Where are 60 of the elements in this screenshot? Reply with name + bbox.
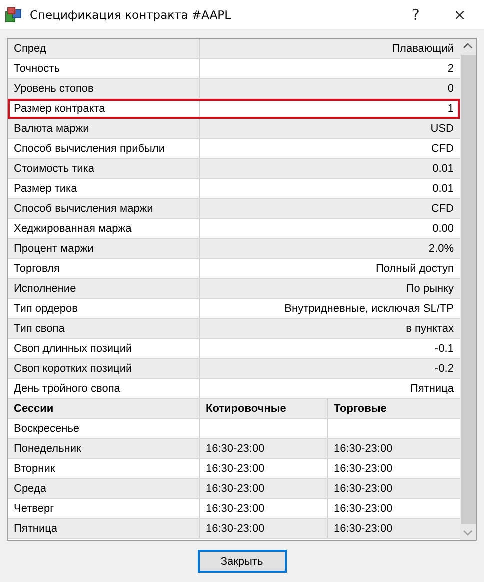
property-value: 0: [448, 82, 454, 94]
property-value: 2: [448, 62, 454, 74]
property-name: Способ вычисления прибыли: [14, 142, 165, 154]
property-value: По рынку: [406, 282, 454, 294]
property-name: Способ вычисления маржи: [14, 202, 154, 214]
quote-hours: 16:30-23:00: [206, 482, 265, 494]
session-day: Вторник: [14, 462, 56, 474]
property-name: Размер тика: [14, 182, 78, 194]
property-value: -0.1: [435, 342, 454, 354]
window-title: Спецификация контракта #AAPL: [30, 8, 232, 22]
column-header: Торговые: [334, 402, 387, 414]
quote-hours: 16:30-23:00: [206, 502, 265, 514]
trade-hours: 16:30-23:00: [334, 442, 393, 454]
property-value: Пятница: [410, 382, 454, 394]
property-name: Тип ордеров: [14, 302, 78, 314]
quote-hours: 16:30-23:00: [206, 462, 265, 474]
property-value: 0.00: [432, 222, 454, 234]
property-value: 0.01: [432, 182, 454, 194]
property-name: Тип свопа: [14, 322, 65, 334]
close-dialog-button[interactable]: Закрыть: [198, 550, 286, 573]
property-name: Валюта маржи: [14, 122, 90, 134]
property-value: Внутридневные, исключая SL/TP: [284, 302, 454, 314]
column-header: Котировочные: [206, 402, 286, 414]
property-name: Своп длинных позиций: [14, 342, 132, 354]
quote-hours: 16:30-23:00: [206, 522, 265, 534]
close-button[interactable]: ×: [440, 0, 480, 28]
property-name: Точность: [14, 62, 60, 74]
property-value: Полный доступ: [376, 262, 454, 274]
help-button[interactable]: ?: [396, 0, 436, 28]
trade-hours: 16:30-23:00: [334, 462, 393, 474]
property-name: Уровень стопов: [14, 82, 94, 94]
property-value: -0.2: [435, 362, 454, 374]
session-day: Воскресенье: [14, 422, 80, 434]
session-day: Понедельник: [14, 442, 82, 454]
property-name: Размер контракта: [14, 102, 106, 114]
trade-hours: 16:30-23:00: [334, 482, 393, 494]
session-day: Четверг: [14, 502, 54, 514]
app-icon: [5, 6, 23, 22]
property-name: Спред: [14, 42, 46, 54]
session-day: Среда: [14, 482, 46, 494]
trade-hours: 16:30-23:00: [334, 502, 393, 514]
property-name: Хеджированная маржа: [14, 222, 132, 234]
column-header: Сессии: [14, 402, 54, 414]
property-name: Исполнение: [14, 282, 76, 294]
property-name: Стоимость тика: [14, 162, 94, 174]
quote-hours: 16:30-23:00: [206, 442, 265, 454]
property-value: в пунктах: [406, 322, 454, 334]
property-value: CFD: [431, 142, 454, 154]
trade-hours: 16:30-23:00: [334, 522, 393, 534]
property-name: День тройного свопа: [14, 382, 120, 394]
property-value: USD: [430, 122, 454, 134]
property-name: Процент маржи: [14, 242, 94, 254]
property-value: Плавающий: [392, 42, 454, 54]
property-name: Своп коротких позиций: [14, 362, 132, 374]
property-value: 0.01: [432, 162, 454, 174]
property-value: 2.0%: [428, 242, 454, 254]
property-name: Торговля: [14, 262, 60, 274]
property-value: 1: [448, 102, 454, 114]
session-day: Пятница: [14, 522, 58, 534]
property-value: CFD: [431, 202, 454, 214]
